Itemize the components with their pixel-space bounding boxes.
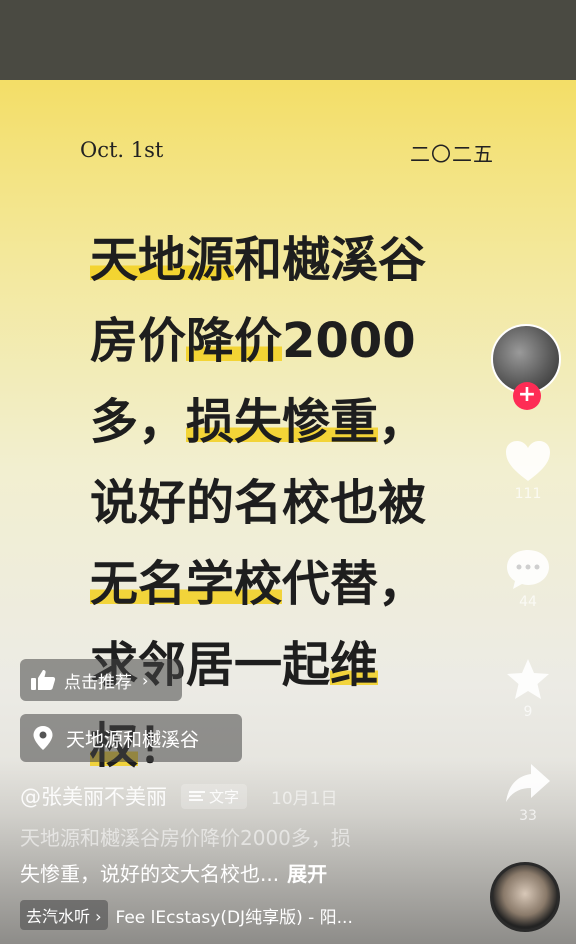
text-lines-icon — [189, 791, 205, 801]
share-button[interactable]: 33 — [500, 760, 556, 824]
music-app-label: 去汽水听 — [26, 907, 91, 926]
comment-icon — [507, 550, 549, 589]
headline-highlight: 降价 — [186, 313, 283, 369]
caption-line-faded: 天地源和樾溪谷房价降价2000多，损 — [20, 826, 351, 850]
headline-text: 代替， — [282, 556, 427, 612]
headline-highlight: 损失惨重 — [186, 394, 379, 450]
favorite-count: 9 — [523, 704, 533, 720]
text-tag: 文字 — [181, 783, 248, 809]
share-icon — [506, 764, 550, 802]
thumbs-up-icon — [31, 670, 56, 690]
favorite-button[interactable]: 9 — [500, 656, 556, 720]
headline-text: 说好的名校也被 — [90, 475, 427, 531]
recommend-pill[interactable]: 点击推荐 › — [20, 659, 182, 701]
headline-highlight: 维 — [330, 637, 379, 693]
heart-icon — [506, 441, 550, 481]
headline-text: 多， — [90, 394, 187, 450]
music-app-tag[interactable]: 去汽水听 › — [20, 900, 108, 930]
like-button[interactable]: 111 — [500, 438, 556, 502]
location-pin-icon — [33, 726, 53, 750]
like-count: 111 — [514, 486, 542, 502]
follow-button[interactable]: + — [513, 382, 541, 410]
headline-text: ， — [378, 394, 427, 450]
headline-text: 房价 — [90, 313, 187, 369]
caption-text: 失惨重，说好的交大名校也... — [20, 862, 280, 886]
author-row: @张美丽不美丽 文字 10月1日 — [20, 781, 337, 811]
music-title: Fee lEcstasy(DJ纯享版) - 阳... — [115, 907, 353, 928]
top-dark-strip — [0, 0, 576, 80]
headline-highlight: 天地源 — [90, 232, 235, 288]
headline-line: 房价降价2000 — [90, 301, 510, 382]
chevron-right-icon: › — [142, 670, 149, 690]
location-pill[interactable]: 天地源和樾溪谷 — [20, 714, 242, 762]
star-icon — [507, 659, 549, 699]
headline-line: 说好的名校也被 — [90, 463, 510, 544]
comment-button[interactable]: 44 — [500, 546, 556, 610]
author-name[interactable]: @张美丽不美丽 — [20, 781, 167, 811]
headline-line: 天地源和樾溪谷 — [90, 220, 510, 301]
headline-line: 无名学校代替， — [90, 544, 510, 625]
headline-line: 多，损失惨重， — [90, 382, 510, 463]
music-row[interactable]: 去汽水听 › Fee lEcstasy(DJ纯享版) - 阳... — [20, 899, 353, 931]
location-label: 天地源和樾溪谷 — [66, 728, 200, 751]
card-date-right: 二〇二五 — [410, 142, 494, 166]
headline-text: 2000 — [282, 313, 416, 369]
caption-line: 失惨重，说好的交大名校也... 展开 — [20, 858, 327, 887]
headline-highlight: 无名学校 — [90, 556, 283, 612]
card-headline: 天地源和樾溪谷 房价降价2000 多，损失惨重， 说好的名校也被 无名学校代替，… — [90, 220, 510, 787]
recommend-label: 点击推荐 — [64, 672, 132, 693]
share-count: 33 — [519, 808, 537, 824]
music-disc[interactable] — [490, 862, 560, 932]
card-date-left: Oct. 1st — [80, 138, 164, 162]
right-action-rail: + 111 44 9 33 — [488, 320, 568, 940]
text-tag-label: 文字 — [209, 787, 240, 806]
expand-button[interactable]: 展开 — [287, 862, 327, 886]
post-time: 10月1日 — [271, 788, 338, 809]
headline-text: 和樾溪谷 — [234, 232, 427, 288]
comment-count: 44 — [519, 594, 537, 610]
